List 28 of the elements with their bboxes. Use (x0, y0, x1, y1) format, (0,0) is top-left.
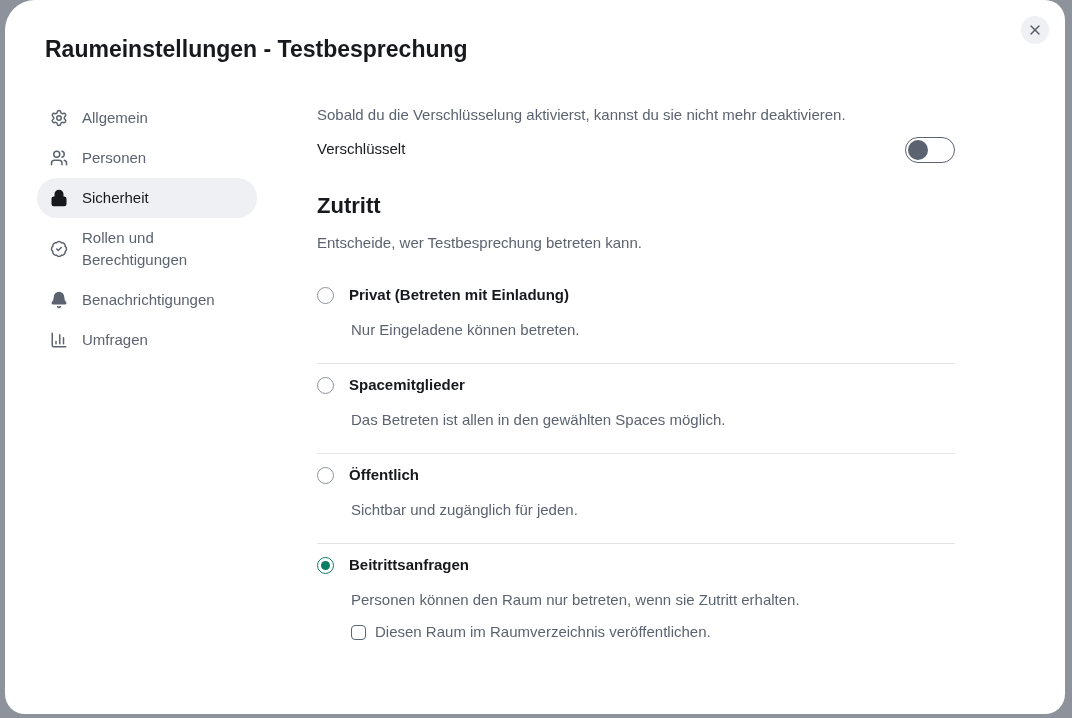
encryption-toggle[interactable] (905, 136, 955, 163)
option-description: Das Betreten ist allen in den gewählten Spaces möglich. (351, 409, 727, 430)
sidebar-item[interactable]: Allgemein (37, 98, 257, 138)
section-heading: Zutritt (317, 191, 382, 220)
section-description: Entscheide, wer Testbesprechung betreten kann. (317, 232, 643, 253)
option-description: Personen können den Raum nur betreten, wenn sie Zutritt erhalten. (351, 589, 801, 610)
bell-icon (50, 291, 68, 309)
option-description: Nur Eingeladene können betreten. (351, 319, 581, 340)
sidebar-item[interactable]: Benachrichtigungen (37, 280, 257, 320)
encryption-note: Sobald du die Verschlüsselung aktivierst, kannst du sie nicht mehr deaktivieren. (317, 105, 847, 125)
option-label: Privat (Betreten mit Einladung) (349, 285, 570, 305)
checkbox-label: Diesen Raum im Raumverzeichnis veröffentlichen. (375, 622, 711, 642)
option-description: Sichtbar und zugänglich für jeden. (351, 499, 579, 520)
gear-icon (50, 109, 68, 127)
option-label: Spacemitglieder (349, 375, 465, 395)
sidebar-item[interactable]: Umfragen (37, 320, 257, 360)
checkbox[interactable] (351, 624, 366, 640)
dialog-title: Raumeinstellungen - Testbesprechung (45, 35, 468, 64)
badge-check-icon (50, 240, 68, 258)
close-button[interactable] (1021, 16, 1049, 44)
people-icon (50, 149, 68, 167)
sidebar-item[interactable]: Rollen und Berechtigungen (37, 218, 257, 280)
option-label: Beitrittsanfragen (349, 555, 470, 575)
sidebar-item[interactable]: Personen (37, 138, 257, 178)
encryption-label: Verschlüsselt (317, 139, 406, 160)
bar-chart-icon (50, 331, 68, 349)
option-label: Öffentlich (349, 465, 419, 485)
sidebar-item[interactable]: Sicherheit (37, 178, 257, 218)
